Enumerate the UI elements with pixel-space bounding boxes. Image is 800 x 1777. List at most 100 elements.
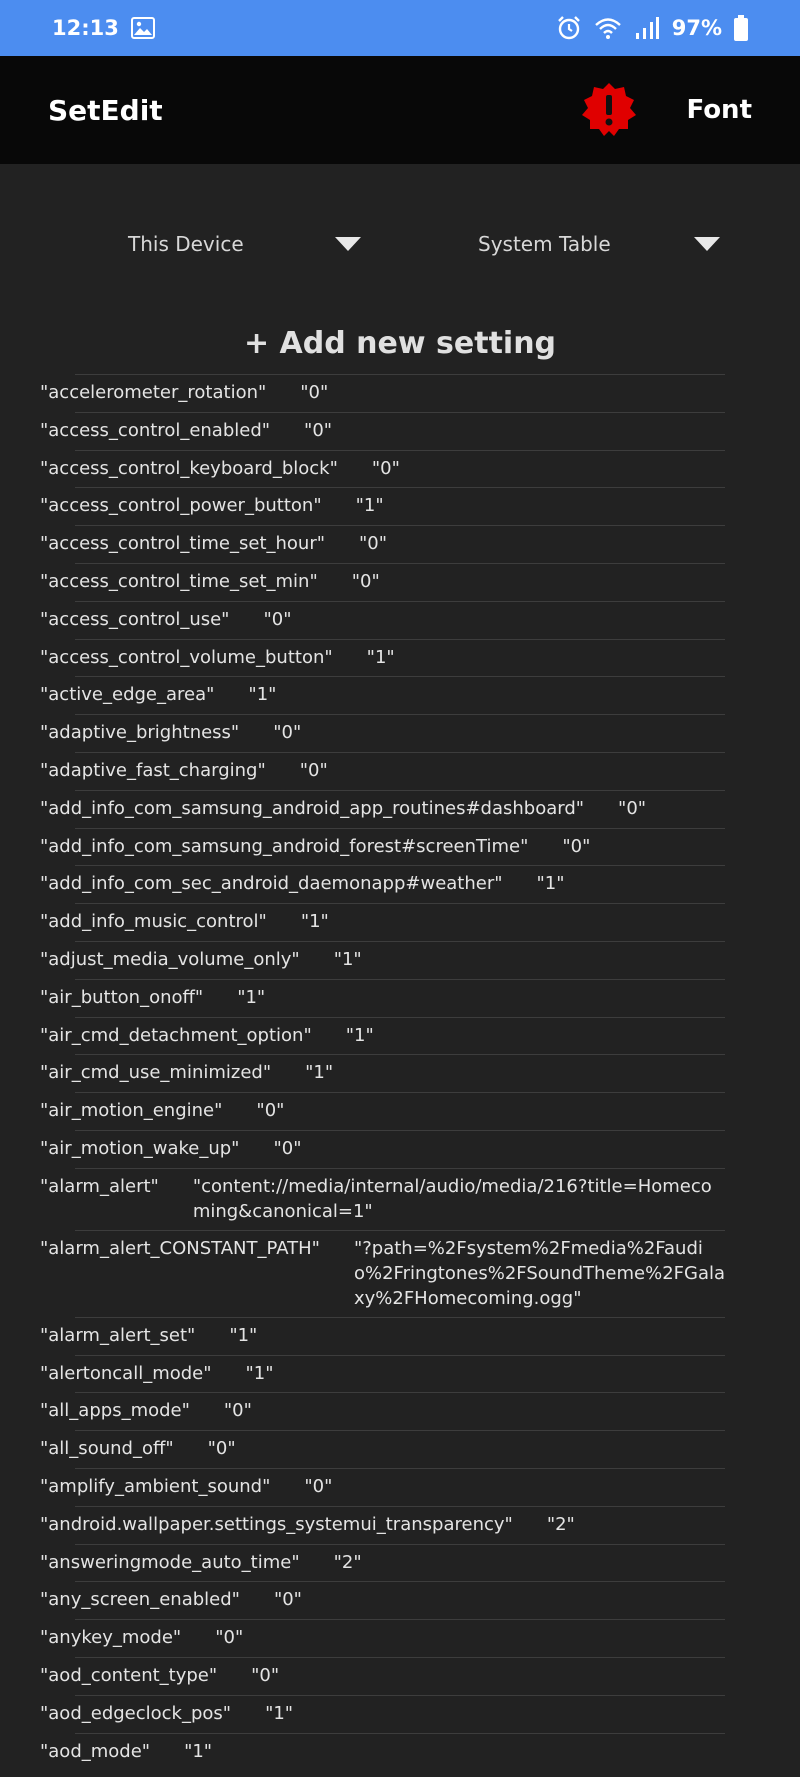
- setting-value: "1": [229, 1324, 258, 1346]
- setting-key: "alarm_alert_set": [40, 1324, 196, 1346]
- setting-key: "aod_mode": [40, 1740, 151, 1762]
- alert-badge-icon[interactable]: [580, 81, 638, 139]
- setting-row[interactable]: "alarm_alert_set" "1": [40, 1316, 725, 1355]
- setting-row[interactable]: "air_cmd_use_minimized" "1": [40, 1054, 725, 1092]
- setting-row[interactable]: "alertoncall_mode" "1": [40, 1354, 725, 1393]
- setting-row[interactable]: "all_apps_mode" "0": [40, 1392, 725, 1430]
- setting-row[interactable]: "aod_mode" "1": [40, 1732, 725, 1771]
- setting-key: "android.wallpaper.settings_systemui_tra…: [40, 1513, 513, 1535]
- setting-row[interactable]: "android.wallpaper.settings_systemui_tra…: [40, 1505, 725, 1544]
- setting-key: "all_apps_mode": [40, 1400, 190, 1422]
- setting-row[interactable]: "air_motion_wake_up" "0": [40, 1129, 725, 1168]
- setting-key: "add_info_music_control": [40, 911, 267, 933]
- table-selector[interactable]: System Table: [478, 224, 738, 264]
- setting-value: "0": [562, 835, 591, 857]
- setting-value: "1": [265, 1702, 294, 1724]
- setting-value: "0": [351, 570, 380, 592]
- setting-row[interactable]: "add_info_com_sec_android_daemonapp#weat…: [40, 865, 725, 903]
- setting-value: "0": [256, 1100, 285, 1122]
- setting-row[interactable]: "add_info_music_control" "1": [40, 903, 725, 941]
- setting-row[interactable]: "any_screen_enabled" "0": [40, 1581, 725, 1619]
- settings-list: "accelerometer_rotation" "0" "access_contr…: [0, 374, 800, 1770]
- setting-row[interactable]: "all_sound_off" "0": [40, 1430, 725, 1468]
- setting-row[interactable]: "alarm_alert_CONSTANT_PATH" "?path=%2Fsys…: [40, 1229, 726, 1317]
- setting-row[interactable]: "adaptive_brightness" "0": [40, 714, 725, 752]
- setting-value: "content://media/internal/audio/media/21…: [192, 1175, 712, 1222]
- setting-row[interactable]: "air_motion_engine" "0": [40, 1092, 725, 1130]
- setting-row[interactable]: "anykey_mode" "0": [40, 1619, 725, 1657]
- font-button[interactable]: Font: [686, 95, 752, 125]
- app-bar-actions: Font: [580, 81, 752, 139]
- setting-key: "aod_content_type": [40, 1664, 218, 1686]
- setting-key: "add_info_com_samsung_android_app_routin…: [40, 797, 585, 819]
- setting-row[interactable]: "air_button_onoff" "1": [40, 978, 725, 1017]
- setting-row[interactable]: "accelerometer_rotation" "0": [40, 374, 725, 412]
- setting-value: "1": [237, 986, 266, 1008]
- setting-row[interactable]: "access_control_use" "0": [40, 600, 725, 639]
- setting-key: "amplify_ambient_sound": [40, 1475, 271, 1497]
- setting-key: "air_motion_engine": [40, 1100, 223, 1122]
- setting-value: "0": [304, 419, 333, 441]
- setting-key: "access_control_volume_button": [40, 646, 333, 668]
- setting-key: "active_edge_area": [40, 684, 215, 706]
- setting-value: "1": [366, 646, 395, 668]
- setting-value: "0": [359, 533, 388, 555]
- wifi-icon: [594, 16, 622, 40]
- setting-key: "add_info_com_sec_android_daemonapp#weat…: [40, 873, 503, 895]
- setting-value: "1": [248, 684, 277, 706]
- setting-value: "?path=%2Fsystem%2Fmedia%2Faudio%2Fringt…: [353, 1237, 726, 1309]
- setting-key: "adaptive_brightness": [40, 722, 240, 744]
- setting-value: "0": [300, 382, 329, 403]
- device-selector[interactable]: This Device: [128, 224, 368, 264]
- device-dropdown-arrow-icon: [335, 237, 361, 251]
- setting-row[interactable]: "access_control_enabled" "0": [40, 411, 725, 450]
- setting-row[interactable]: "add_info_com_samsung_android_app_routin…: [40, 789, 725, 828]
- setting-value: "0": [273, 722, 302, 744]
- table-selector-label: System Table: [478, 232, 611, 256]
- setting-value: "0": [273, 1137, 302, 1159]
- gallery-notification-icon: [130, 17, 155, 39]
- setting-key: "air_cmd_use_minimized": [40, 1062, 272, 1084]
- setting-row[interactable]: "air_cmd_detachment_option" "1": [40, 1016, 725, 1055]
- setting-value: "0": [223, 1400, 252, 1422]
- setting-key: "adjust_media_volume_only": [40, 948, 300, 970]
- setting-key: "alarm_alert_CONSTANT_PATH": [40, 1237, 320, 1259]
- setting-key: "access_control_use": [40, 608, 230, 630]
- setting-row[interactable]: "access_control_keyboard_block" "0": [40, 449, 725, 488]
- setting-row[interactable]: "aod_content_type" "0": [40, 1656, 725, 1695]
- setting-row[interactable]: "alarm_alert" "content://media/internal/a…: [40, 1167, 725, 1230]
- setting-row[interactable]: "access_control_time_set_hour" "0": [40, 525, 725, 563]
- setting-row[interactable]: "access_control_volume_button" "1": [40, 638, 725, 677]
- status-time: 12:13: [52, 16, 119, 40]
- setting-key: "add_info_com_samsung_android_forest#scr…: [40, 835, 529, 857]
- setting-value: "1": [536, 873, 565, 895]
- setting-value: "0": [263, 608, 292, 630]
- setting-key: "any_screen_enabled": [40, 1589, 240, 1611]
- status-right: 97%: [556, 15, 748, 41]
- setting-value: "0": [299, 759, 328, 781]
- setting-value: "0": [207, 1438, 236, 1460]
- setting-row[interactable]: "add_info_com_samsung_android_forest#scr…: [40, 827, 725, 866]
- setting-key: "air_button_onoff": [40, 986, 204, 1008]
- status-left: 12:13: [52, 16, 155, 40]
- setting-row[interactable]: "amplify_ambient_sound" "0": [40, 1467, 725, 1506]
- setting-row[interactable]: "access_control_power_button" "1": [40, 487, 725, 525]
- setting-key: "accelerometer_rotation": [40, 382, 267, 403]
- setting-value: "1": [184, 1740, 213, 1762]
- setting-row[interactable]: "answeringmode_auto_time" "2": [40, 1543, 725, 1582]
- setting-value: "0": [273, 1589, 302, 1611]
- setting-row[interactable]: "access_control_time_set_min" "0": [40, 562, 725, 601]
- setting-row[interactable]: "active_edge_area" "1": [40, 676, 725, 714]
- setting-value: "1": [300, 911, 329, 933]
- add-new-setting-button[interactable]: + Add new setting: [0, 326, 800, 361]
- setting-row[interactable]: "aod_edgeclock_pos" "1": [40, 1694, 725, 1733]
- setting-value: "0": [304, 1475, 333, 1497]
- setting-value: "1": [245, 1362, 274, 1384]
- setting-value: "0": [618, 797, 647, 819]
- setting-key: "access_control_time_set_hour": [40, 533, 326, 555]
- setting-key: "access_control_time_set_min": [40, 570, 318, 592]
- setting-value: "0": [371, 457, 400, 479]
- setting-row[interactable]: "adjust_media_volume_only" "1": [40, 940, 725, 979]
- setting-value: "1": [333, 948, 362, 970]
- setting-row[interactable]: "adaptive_fast_charging" "0": [40, 751, 725, 790]
